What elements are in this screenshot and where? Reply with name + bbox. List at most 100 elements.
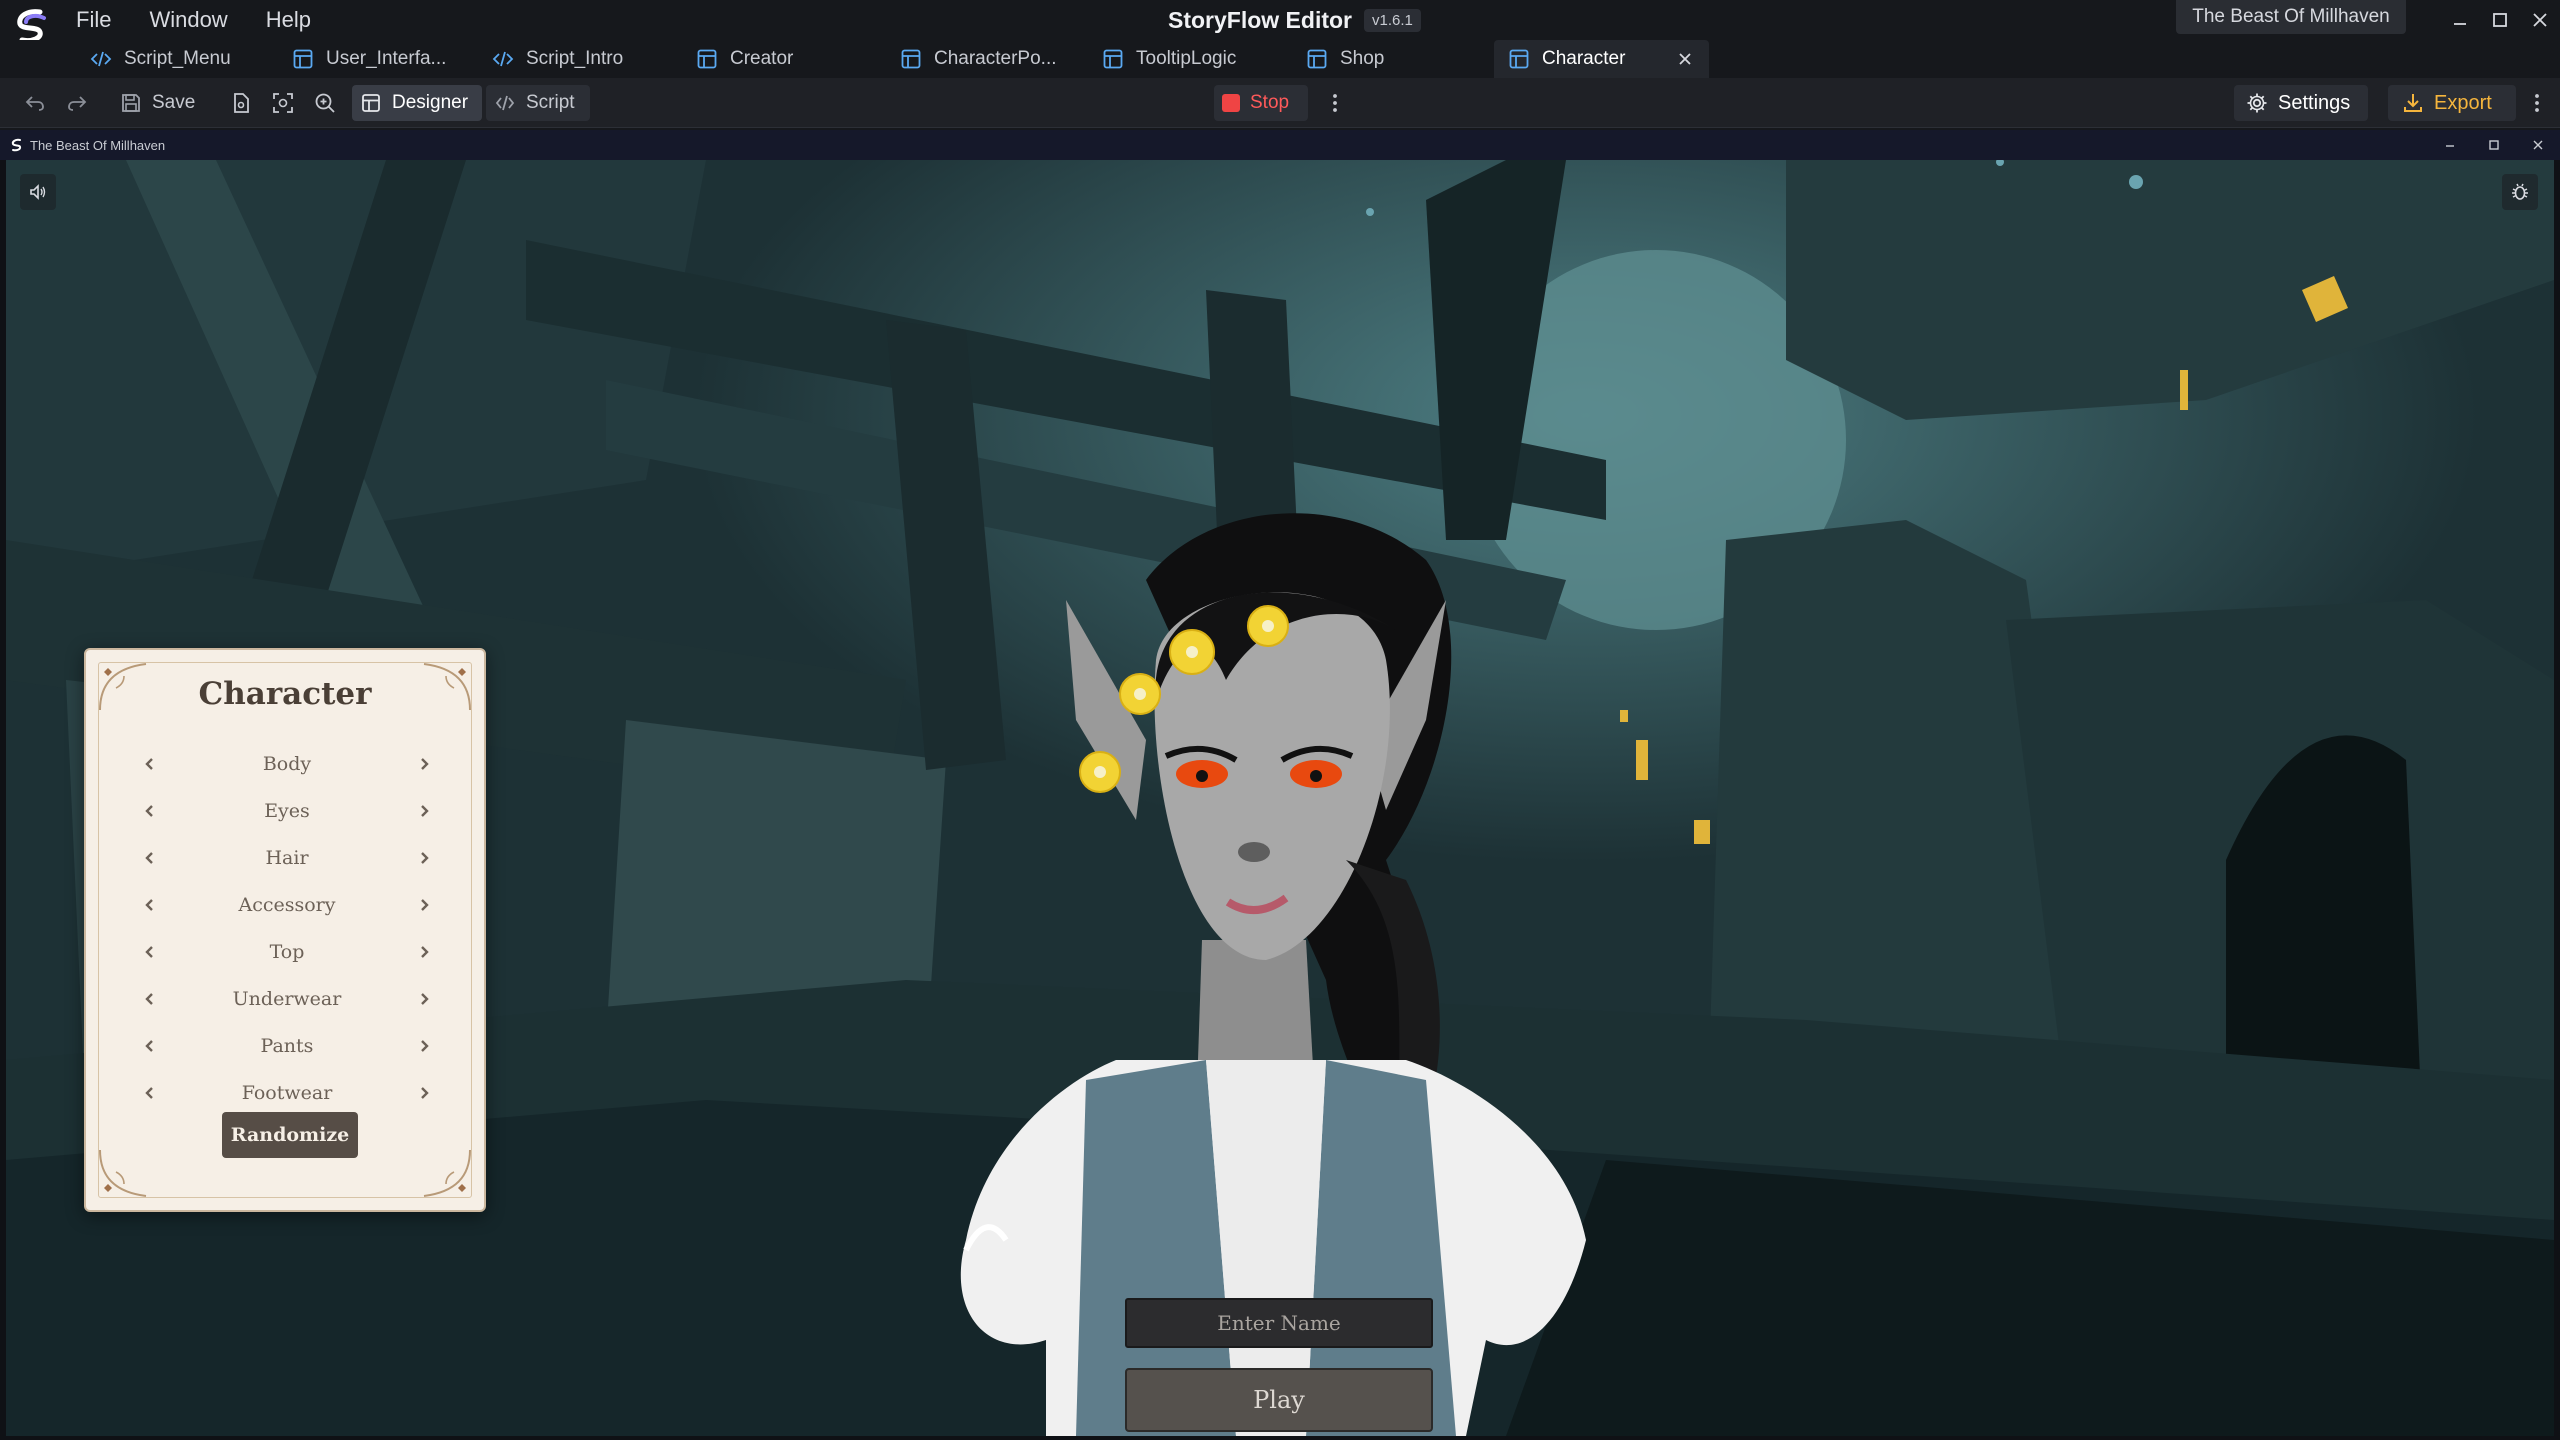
- layout-icon: [1508, 48, 1530, 70]
- sound-toggle-button[interactable]: [20, 174, 56, 210]
- prev-top-button[interactable]: [132, 934, 168, 970]
- tab-tooltip-logic[interactable]: TooltipLogic: [1088, 40, 1250, 78]
- speaker-icon: [30, 184, 46, 200]
- prev-eyes-button[interactable]: [132, 793, 168, 829]
- project-name-badge[interactable]: The Beast Of Millhaven: [2176, 0, 2406, 34]
- stop-button[interactable]: Stop: [1214, 85, 1308, 121]
- game-window-title: The Beast Of Millhaven: [10, 138, 165, 153]
- prev-footwear-button[interactable]: [132, 1075, 168, 1111]
- game-minimize-button[interactable]: [2428, 130, 2472, 160]
- redo-icon: [66, 92, 88, 114]
- new-document-button[interactable]: [222, 85, 260, 121]
- game-window-controls: [2428, 130, 2560, 160]
- play-button[interactable]: Play: [1125, 1368, 1433, 1432]
- close-icon: [2533, 13, 2547, 27]
- name-input[interactable]: [1125, 1298, 1433, 1348]
- designer-mode-button[interactable]: Designer: [352, 85, 482, 121]
- focus-icon: [272, 92, 294, 114]
- more-options-button[interactable]: [2518, 85, 2556, 121]
- character-panel: Character Body Eyes Hair Accessory Top U…: [84, 648, 486, 1212]
- run-options-button[interactable]: [1316, 85, 1354, 121]
- menu-file[interactable]: File: [76, 7, 111, 33]
- chevron-right-icon: [421, 1087, 429, 1099]
- chevron-left-icon: [145, 899, 153, 911]
- close-window-button[interactable]: [2520, 0, 2560, 40]
- version-badge: v1.6.1: [1364, 8, 1421, 32]
- script-label: Script: [526, 92, 575, 113]
- code-icon: [492, 48, 514, 70]
- next-accessory-button[interactable]: [406, 887, 442, 923]
- toolbar: Save Designer Script Stop Settings Expor…: [0, 78, 2560, 128]
- game-close-button[interactable]: [2516, 130, 2560, 160]
- more-vertical-icon: [1324, 92, 1346, 114]
- menu-help[interactable]: Help: [266, 7, 311, 33]
- debug-button[interactable]: [2502, 174, 2538, 210]
- zoom-icon: [314, 92, 336, 114]
- next-body-button[interactable]: [406, 746, 442, 782]
- next-hair-button[interactable]: [406, 840, 442, 876]
- option-row-hair: Hair: [132, 838, 442, 878]
- minimize-button[interactable]: [2440, 0, 2480, 40]
- next-footwear-button[interactable]: [406, 1075, 442, 1111]
- download-icon: [2402, 92, 2424, 114]
- menu-window[interactable]: Window: [149, 7, 227, 33]
- designer-icon: [360, 92, 382, 114]
- chevron-right-icon: [421, 993, 429, 1005]
- undo-button[interactable]: [16, 85, 54, 121]
- export-button[interactable]: Export: [2388, 85, 2516, 121]
- option-label: Pants: [260, 1035, 314, 1057]
- tab-creator[interactable]: Creator: [682, 40, 807, 78]
- save-button[interactable]: Save: [112, 85, 203, 121]
- next-eyes-button[interactable]: [406, 793, 442, 829]
- tab-script-intro[interactable]: Script_Intro: [478, 40, 637, 78]
- menu-bar: File Window Help: [76, 0, 311, 40]
- tab-close-button[interactable]: [1675, 49, 1695, 69]
- file-icon: [230, 92, 252, 114]
- settings-button[interactable]: Settings: [2234, 85, 2368, 121]
- tab-label: TooltipLogic: [1136, 48, 1237, 69]
- game-viewport: Character Body Eyes Hair Accessory Top U…: [6, 160, 2554, 1436]
- maximize-button[interactable]: [2480, 0, 2520, 40]
- tab-character-portrait[interactable]: CharacterPo...: [886, 40, 1071, 78]
- chevron-left-icon: [145, 1040, 153, 1052]
- next-top-button[interactable]: [406, 934, 442, 970]
- chevron-right-icon: [421, 852, 429, 864]
- tab-script-menu[interactable]: Script_Menu: [76, 40, 245, 78]
- tab-character[interactable]: Character: [1494, 40, 1710, 78]
- export-label: Export: [2434, 91, 2492, 114]
- prev-pants-button[interactable]: [132, 1028, 168, 1064]
- option-row-top: Top: [132, 932, 442, 972]
- prev-underwear-button[interactable]: [132, 981, 168, 1017]
- randomize-button[interactable]: Randomize: [222, 1112, 358, 1158]
- chevron-left-icon: [145, 758, 153, 770]
- next-underwear-button[interactable]: [406, 981, 442, 1017]
- tab-label: Creator: [730, 48, 794, 69]
- script-mode-button[interactable]: Script: [486, 85, 590, 121]
- undo-icon: [24, 92, 46, 114]
- prev-accessory-button[interactable]: [132, 887, 168, 923]
- chevron-left-icon: [145, 993, 153, 1005]
- tab-shop[interactable]: Shop: [1292, 40, 1398, 78]
- stop-icon: [1222, 94, 1240, 112]
- next-pants-button[interactable]: [406, 1028, 442, 1064]
- minimize-icon: [2454, 23, 2466, 25]
- option-label: Underwear: [232, 988, 342, 1010]
- prev-body-button[interactable]: [132, 746, 168, 782]
- tab-user-interface[interactable]: User_Interfa...: [278, 40, 460, 78]
- focus-button[interactable]: [264, 85, 302, 121]
- layout-icon: [292, 48, 314, 70]
- layout-icon: [1306, 48, 1328, 70]
- prev-hair-button[interactable]: [132, 840, 168, 876]
- zoom-button[interactable]: [306, 85, 344, 121]
- app-title: StoryFlow Editor v1.6.1: [1168, 4, 1421, 36]
- ornament-corner-icon: [423, 1149, 471, 1197]
- tab-label: User_Interfa...: [326, 48, 447, 69]
- code-icon: [494, 92, 516, 114]
- redo-button[interactable]: [58, 85, 96, 121]
- tab-label: Script_Intro: [526, 48, 624, 69]
- minimize-icon: [2446, 145, 2454, 147]
- layout-icon: [900, 48, 922, 70]
- game-window-title-text: The Beast Of Millhaven: [30, 137, 166, 153]
- game-title-bar: The Beast Of Millhaven: [0, 130, 2560, 160]
- game-maximize-button[interactable]: [2472, 130, 2516, 160]
